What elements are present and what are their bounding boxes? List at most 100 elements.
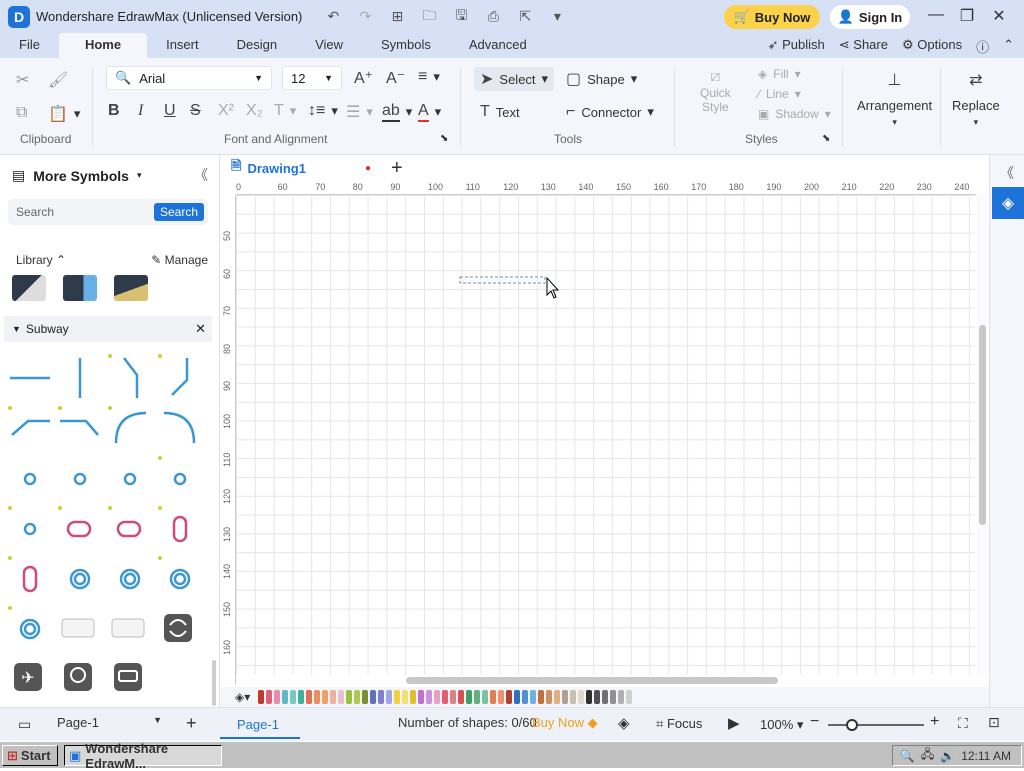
close-icon[interactable]: ✕ (986, 6, 1012, 26)
underline-icon[interactable]: U (164, 102, 176, 120)
superscript-icon[interactable]: X² (218, 102, 234, 120)
library-toggle[interactable]: Library ⌃ (16, 253, 66, 267)
color-swatch[interactable] (258, 690, 265, 704)
quick-style-button[interactable]: ⧄ Quick Style (700, 68, 731, 114)
menu-file[interactable]: File (0, 33, 59, 58)
shape-tool-button[interactable]: ▢ Shape ▾ (566, 69, 637, 89)
menu-insert[interactable]: Insert (147, 33, 218, 58)
buy-now-button[interactable]: 🛒 Buy Now (724, 5, 820, 29)
color-swatch[interactable] (314, 690, 321, 704)
color-swatch[interactable] (386, 690, 393, 704)
replace-button[interactable]: ⇄ Replace ▾ (952, 70, 1000, 128)
sign-in-button[interactable]: 👤 Sign In (830, 5, 910, 29)
bullets-icon[interactable]: ☰ ▾ (346, 102, 373, 122)
vertical-scrollbar-thumb[interactable] (979, 325, 986, 525)
color-swatch[interactable] (546, 690, 553, 704)
line-button[interactable]: ∕ Line ▾ (758, 87, 801, 101)
publish-button[interactable]: ➶ Publish (768, 37, 825, 56)
page-select[interactable]: Page-1 ▼ (50, 715, 162, 730)
fill-style-icon[interactable]: ◈ (992, 187, 1024, 219)
symbol-search-input[interactable]: Search Search (8, 199, 208, 225)
library-thumbnail[interactable] (114, 275, 148, 301)
color-swatch[interactable] (554, 690, 561, 704)
color-swatch[interactable] (410, 690, 417, 704)
arrangement-button[interactable]: ⊥ Arrangement ▾ (857, 70, 932, 128)
color-swatch[interactable] (442, 690, 449, 704)
network-icon[interactable]: 🖧 (921, 745, 934, 766)
customize-toolbar-icon[interactable]: ▾ (546, 8, 568, 25)
status-buy-now-link[interactable]: Buy Now ◆ (532, 715, 598, 731)
add-page-icon[interactable]: + (186, 713, 197, 734)
library-thumbnail[interactable] (63, 275, 97, 301)
color-swatch[interactable] (426, 690, 433, 704)
font-settings-icon[interactable]: ⬊ (440, 133, 448, 144)
paste-icon[interactable]: 📋 ▾ (48, 104, 80, 124)
align-icon[interactable]: ≡ ▾ (418, 68, 440, 86)
color-swatch[interactable] (618, 690, 625, 704)
decrease-font-icon[interactable]: A⁻ (386, 68, 405, 88)
color-swatch[interactable] (610, 690, 617, 704)
more-symbols-button[interactable]: ▤ More Symbols ▾ (12, 167, 141, 184)
undo-icon[interactable]: ↶ (322, 8, 344, 25)
color-swatch[interactable] (362, 690, 369, 704)
menu-symbols[interactable]: Symbols (362, 33, 450, 58)
increase-font-icon[interactable]: A⁺ (354, 68, 373, 88)
color-swatch[interactable] (586, 690, 593, 704)
color-swatch[interactable] (466, 690, 473, 704)
export-icon[interactable]: ⇱ (514, 8, 536, 25)
color-swatch[interactable] (434, 690, 441, 704)
color-swatch[interactable] (602, 690, 609, 704)
save-icon[interactable]: 🖫 (450, 5, 472, 29)
menu-view[interactable]: View (296, 33, 362, 58)
new-file-icon[interactable]: ⊞ (386, 8, 408, 25)
color-swatch[interactable] (282, 690, 289, 704)
library-thumbnail[interactable] (12, 275, 46, 301)
menu-design[interactable]: Design (218, 33, 296, 58)
play-icon[interactable]: ▶ (728, 714, 740, 732)
color-swatch[interactable] (290, 690, 297, 704)
color-swatch[interactable] (530, 690, 537, 704)
layers-icon[interactable]: ◈ (618, 714, 630, 732)
color-swatch[interactable] (322, 690, 329, 704)
font-name-select[interactable]: 🔍 Arial ▼ (106, 66, 272, 90)
color-swatch[interactable] (298, 690, 305, 704)
panel-scrollbar[interactable] (212, 660, 216, 706)
color-swatch[interactable] (370, 690, 377, 704)
full-screen-icon[interactable]: ⊡ (988, 714, 1000, 731)
styles-settings-icon[interactable]: ⬊ (822, 133, 830, 144)
format-painter-icon[interactable]: 🖌 (48, 70, 68, 90)
text-case-icon[interactable]: T ▾ (274, 102, 296, 120)
color-swatch[interactable] (538, 690, 545, 704)
search-tray-icon[interactable]: 🔍 (900, 749, 915, 763)
color-swatch[interactable] (418, 690, 425, 704)
color-swatch[interactable] (458, 690, 465, 704)
font-color-icon[interactable]: A ▾ (418, 102, 441, 122)
redo-icon[interactable]: ↷ (354, 8, 376, 25)
add-tab-icon[interactable]: + (391, 157, 403, 180)
color-swatch[interactable] (514, 690, 521, 704)
collapse-ribbon-icon[interactable]: ⌃ (1003, 37, 1014, 56)
color-swatch[interactable] (626, 690, 633, 704)
text-tool-button[interactable]: T Text (480, 103, 520, 121)
minimize-icon[interactable]: — (923, 6, 949, 24)
fit-page-icon[interactable]: ⛶ (958, 715, 968, 732)
color-swatch[interactable] (274, 690, 281, 704)
color-swatch[interactable] (354, 690, 361, 704)
drawing-canvas[interactable] (236, 195, 975, 675)
connector-tool-button[interactable]: ⌐ Connector ▾ (566, 103, 654, 121)
menu-home[interactable]: Home (58, 33, 148, 58)
page-view-icon[interactable]: ▭ (18, 716, 31, 733)
color-swatch[interactable] (330, 690, 337, 704)
cut-icon[interactable]: ✂ (16, 70, 29, 90)
open-folder-icon[interactable]: 🗀 (418, 5, 440, 29)
tab-drawing1[interactable]: 🗎 Drawing1 ● (231, 157, 371, 179)
copy-icon[interactable]: ⧉ (16, 104, 27, 122)
color-swatch[interactable] (490, 690, 497, 704)
focus-button[interactable]: ⌗ Focus (656, 716, 702, 732)
color-swatch[interactable] (346, 690, 353, 704)
color-swatch[interactable] (522, 690, 529, 704)
help-icon[interactable]: ⓘ (976, 37, 989, 56)
highlight-icon[interactable]: ab ▾ (382, 102, 412, 122)
expand-panel-icon[interactable]: 《 (1000, 163, 1014, 183)
zoom-in-icon[interactable]: + (930, 713, 939, 731)
